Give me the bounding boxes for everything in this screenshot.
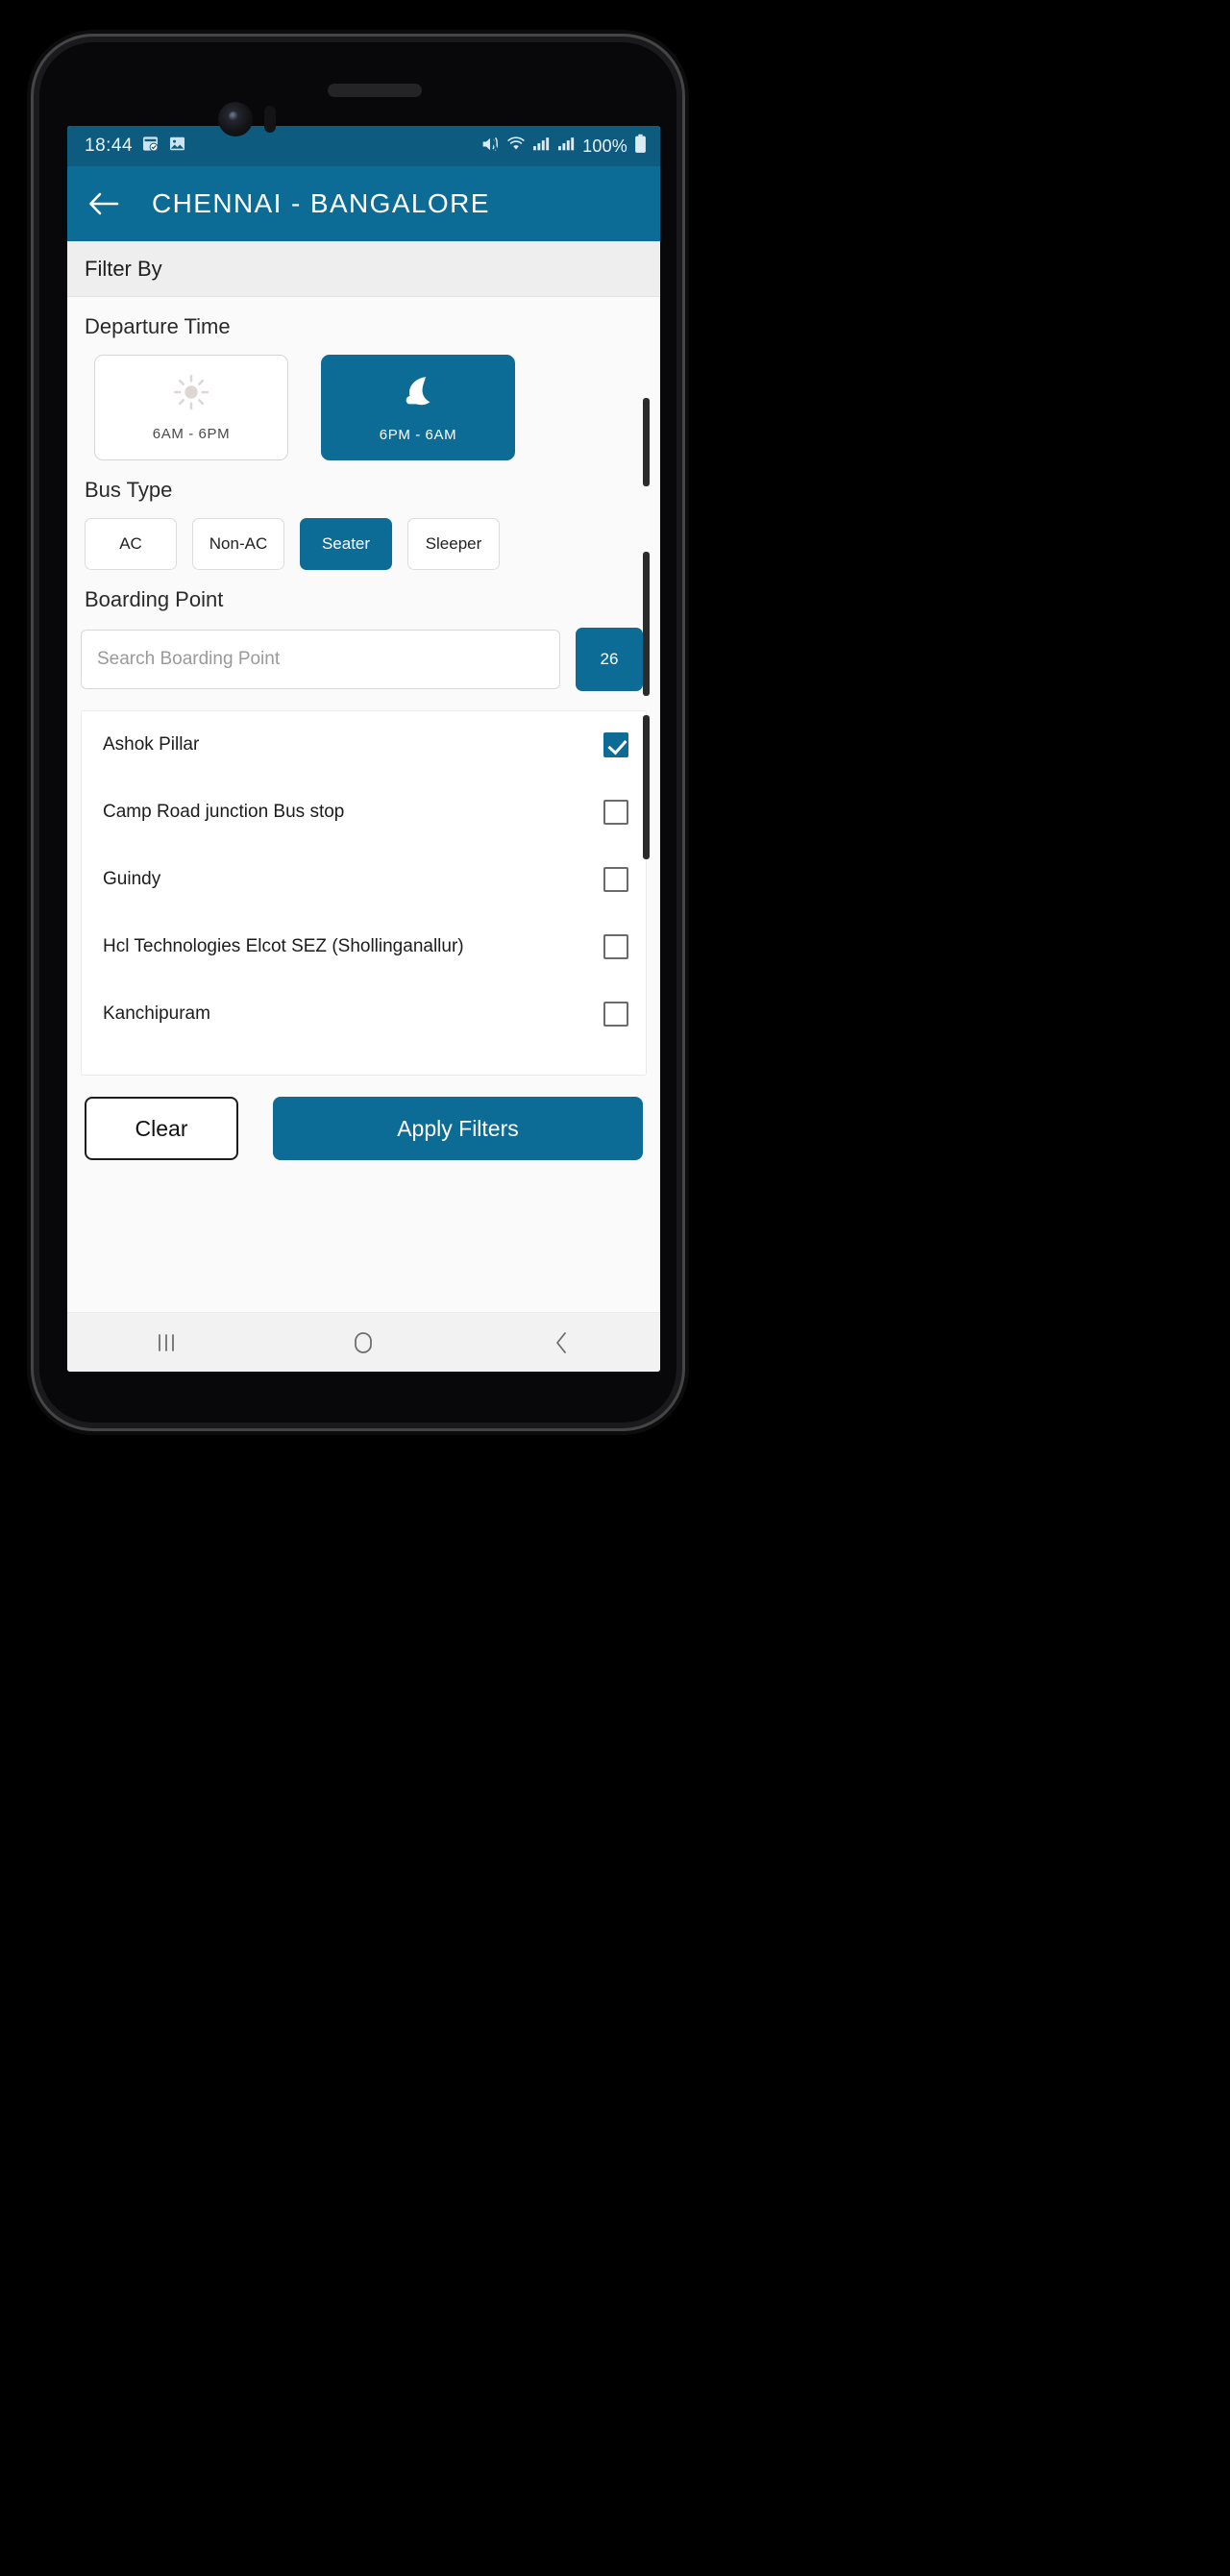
status-bar: 18:44 100% <box>67 126 660 166</box>
home-icon[interactable] <box>322 1321 405 1365</box>
earpiece-speaker <box>328 84 422 97</box>
phone-bezel: 18:44 100% CHENNAI - BANGALORE Filter By… <box>39 42 676 1423</box>
filter-by-label: Filter By <box>85 256 162 281</box>
departure-option-night-label: 6PM - 6AM <box>379 427 457 443</box>
checkbox-checked-icon[interactable] <box>603 732 628 757</box>
departure-option-night[interactable]: 6PM - 6AM <box>321 355 515 460</box>
status-bar-left: 18:44 <box>85 135 186 158</box>
phone-device-frame: 18:44 100% CHENNAI - BANGALORE Filter By… <box>34 37 682 1428</box>
proximity-sensor-icon <box>264 106 276 133</box>
checkbox-icon[interactable] <box>603 800 628 825</box>
boarding-point-search-row: 26 <box>67 612 660 691</box>
android-navigation-bar <box>67 1312 660 1372</box>
back-chevron-icon[interactable] <box>520 1321 603 1365</box>
list-item[interactable]: Hcl Technologies Elcot SEZ (Shollinganal… <box>82 913 646 980</box>
power-button[interactable] <box>643 715 650 859</box>
signal-sim2-icon <box>557 136 576 157</box>
mute-icon <box>480 136 500 158</box>
filter-body: Departure Time 6AM - 6PM 6PM - 6AM Bus T… <box>67 297 660 1372</box>
bus-type-options: AC Non-AC Seater Sleeper <box>67 503 660 570</box>
departure-time-options: 6AM - 6PM 6PM - 6AM <box>67 339 660 460</box>
front-camera-icon <box>218 102 253 136</box>
clear-button[interactable]: Clear <box>85 1097 238 1160</box>
volume-up-button[interactable] <box>643 398 650 486</box>
checkbox-icon[interactable] <box>603 1002 628 1027</box>
boarding-point-label: Hcl Technologies Elcot SEZ (Shollinganal… <box>103 936 464 956</box>
apply-filters-button[interactable]: Apply Filters <box>273 1097 643 1160</box>
phone-screen: 18:44 100% CHENNAI - BANGALORE Filter By… <box>67 126 660 1372</box>
list-item[interactable]: Camp Road junction Bus stop <box>82 779 646 846</box>
battery-full-icon <box>634 134 647 159</box>
boarding-point-count-badge[interactable]: 26 <box>576 628 643 691</box>
filter-by-header: Filter By <box>67 241 660 297</box>
boarding-point-label: Guindy <box>103 869 161 889</box>
boarding-point-label: Camp Road junction Bus stop <box>103 802 345 822</box>
image-icon <box>168 135 186 158</box>
departure-option-day-label: 6AM - 6PM <box>152 426 231 442</box>
bus-type-chip-ac[interactable]: AC <box>85 518 177 570</box>
sun-icon <box>172 373 210 416</box>
battery-percentage: 100% <box>582 136 627 156</box>
checkbox-icon[interactable] <box>603 867 628 892</box>
recents-icon[interactable] <box>125 1321 208 1365</box>
departure-time-section-title: Departure Time <box>85 314 231 338</box>
bus-type-chip-seater[interactable]: Seater <box>300 518 392 570</box>
bus-type-chip-sleeper[interactable]: Sleeper <box>407 518 500 570</box>
wifi-icon <box>506 136 526 157</box>
boarding-point-section-title: Boarding Point <box>85 587 224 611</box>
list-item[interactable]: Ashok Pillar <box>82 711 646 779</box>
volume-down-button[interactable] <box>643 552 650 696</box>
departure-option-day[interactable]: 6AM - 6PM <box>94 355 288 460</box>
app-bar: CHENNAI - BANGALORE <box>67 166 660 241</box>
calendar-check-icon <box>141 135 160 158</box>
bus-type-chip-non-ac[interactable]: Non-AC <box>192 518 284 570</box>
back-arrow-icon[interactable] <box>88 191 119 216</box>
bus-type-section-title: Bus Type <box>85 478 173 502</box>
search-boarding-point-input[interactable] <box>81 630 560 689</box>
status-bar-right: 100% <box>480 134 647 159</box>
filter-footer: Clear Apply Filters <box>67 1076 660 1160</box>
page-title: CHENNAI - BANGALORE <box>152 188 490 218</box>
boarding-point-label: Kanchipuram <box>103 1003 210 1024</box>
boarding-point-label: Ashok Pillar <box>103 734 200 755</box>
status-bar-clock: 18:44 <box>85 136 134 156</box>
list-item[interactable]: Guindy <box>82 846 646 913</box>
moon-cloud-icon <box>398 372 438 417</box>
boarding-point-list[interactable]: Ashok Pillar Camp Road junction Bus stop… <box>81 710 647 1076</box>
signal-sim1-icon <box>532 136 551 157</box>
checkbox-icon[interactable] <box>603 934 628 959</box>
list-item[interactable]: Kanchipuram <box>82 980 646 1048</box>
